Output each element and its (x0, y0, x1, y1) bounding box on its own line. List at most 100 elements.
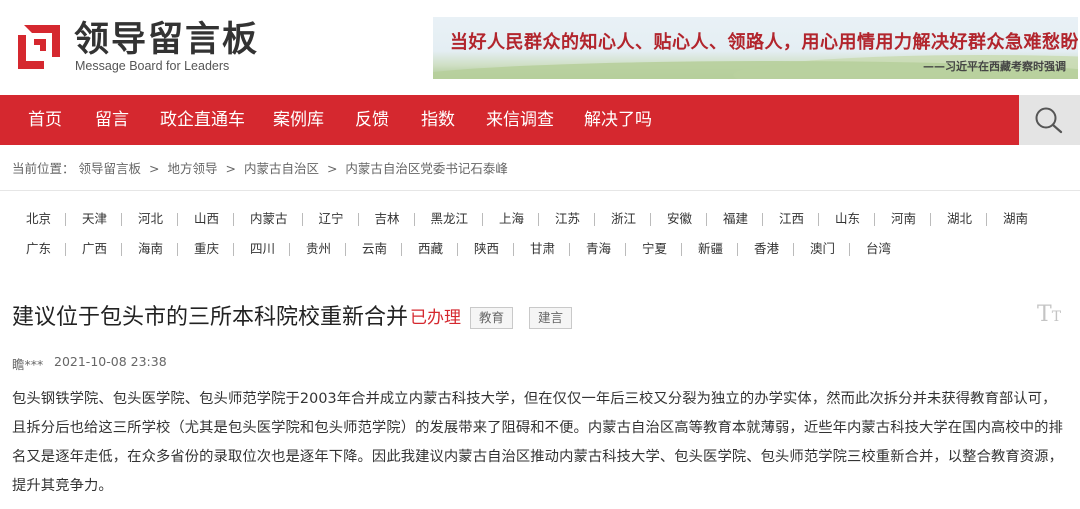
region-separator (177, 213, 178, 226)
tag-education[interactable]: 教育 (470, 307, 514, 329)
region-link[interactable]: 吉林 (375, 208, 400, 230)
breadcrumb-separator: > (225, 161, 236, 176)
site-logo[interactable]: 领导留言板 Message Board for Leaders (14, 20, 257, 76)
region-separator (289, 243, 290, 256)
breadcrumb-separator: > (326, 161, 338, 176)
region-link[interactable]: 河南 (891, 208, 916, 230)
region-link[interactable]: 北京 (26, 208, 51, 230)
region-separator (818, 213, 819, 226)
region-link[interactable]: 香港 (754, 238, 779, 260)
region-separator (793, 243, 794, 256)
nav-item-1[interactable]: 留言 (95, 95, 129, 145)
post-title: 建议位于包头市的三所本科院校重新合并 (12, 305, 409, 330)
region-link[interactable]: 湖北 (947, 208, 972, 230)
region-link[interactable]: 贵州 (306, 238, 331, 260)
region-link[interactable]: 山西 (194, 208, 219, 230)
region-separator (65, 243, 66, 256)
region-separator (233, 213, 234, 226)
status-badge: 已办理 (410, 308, 461, 328)
breadcrumb-link[interactable]: 内蒙古自治区 (244, 161, 319, 176)
region-separator (65, 213, 66, 226)
divider (0, 190, 1080, 191)
region-link[interactable]: 河北 (138, 208, 163, 230)
region-separator (737, 243, 738, 256)
post-body: 包头钢铁学院、包头医学院、包头师范学院于2003年合并成立内蒙古科技大学，但在仅… (12, 391, 1063, 494)
quote-banner: 当好人民群众的知心人、贴心人、领路人，用心用情用力解决好群众急难愁盼问题。 ——… (433, 17, 1078, 79)
logo-subtitle: Message Board for Leaders (75, 59, 230, 73)
header: 领导留言板 Message Board for Leaders 当好人民群众的知… (0, 0, 1080, 95)
region-link[interactable]: 福建 (723, 208, 748, 230)
font-size-icon-glyph: T (1037, 302, 1052, 327)
region-link[interactable]: 西藏 (418, 238, 443, 260)
banner-author: ——习近平在西藏考察时强调 (923, 60, 1066, 73)
post-time: 2021-10-08 23:38 (54, 354, 167, 369)
region-link[interactable]: 天津 (82, 208, 107, 230)
breadcrumb: 当前位置： 领导留言板 > 地方领导 > 内蒙古自治区 > 内蒙古自治区党委书记石… (12, 158, 512, 177)
region-separator (413, 213, 415, 226)
region-separator (457, 243, 458, 256)
region-separator (121, 243, 122, 256)
region-separator (874, 213, 875, 226)
region-separator (986, 213, 987, 226)
region-separator (513, 243, 514, 256)
breadcrumb-link[interactable]: 领导留言板 (79, 161, 142, 176)
region-separator (681, 243, 682, 256)
font-size-icon-small: T (1051, 309, 1062, 325)
nav-item-5[interactable]: 指数 (421, 95, 455, 145)
region-separator (706, 213, 707, 226)
nav-item-7[interactable]: 解决了吗 (584, 95, 652, 145)
search-button[interactable] (1019, 95, 1080, 145)
region-link[interactable]: 重庆 (194, 238, 219, 260)
region-link[interactable]: 山东 (835, 208, 860, 230)
region-link[interactable]: 四川 (250, 238, 275, 260)
region-separator (357, 213, 359, 226)
region-link[interactable]: 内蒙古 (250, 208, 288, 230)
region-link[interactable]: 湖南 (1003, 208, 1028, 230)
region-link[interactable]: 宁夏 (642, 238, 667, 260)
nav-item-3[interactable]: 案例库 (273, 95, 324, 145)
region-link[interactable]: 陕西 (474, 238, 499, 260)
tag-suggestion[interactable]: 建言 (529, 307, 573, 329)
region-link[interactable]: 广西 (82, 238, 107, 260)
region-separator (177, 243, 178, 256)
region-list: 北京 天津 河北 山西 内蒙古 辽宁 吉林 黑龙江 上海 江苏 浙江 安徽 福建 江西 山东 河南 湖北 湖南 (0, 208, 1080, 230)
region-link[interactable]: 江西 (779, 208, 804, 230)
region-separator (482, 213, 483, 226)
region-link[interactable]: 海南 (138, 238, 163, 260)
region-link[interactable]: 浙江 (611, 208, 636, 230)
logo-mark-icon (18, 25, 60, 69)
region-link[interactable]: 黑龙江 (431, 208, 469, 230)
region-link[interactable]: 广东 (26, 238, 51, 260)
region-link[interactable]: 台湾 (866, 238, 891, 260)
breadcrumb-separator: > (149, 161, 160, 176)
nav-item-4[interactable]: 反馈 (355, 95, 389, 145)
region-separator (594, 213, 595, 226)
main-nav: 首页 留言 政企直通车 案例库 反馈 指数 来信调查 解决了吗 (0, 95, 1080, 145)
nav-item-6[interactable]: 来信调查 (486, 95, 554, 145)
region-separator (625, 243, 626, 256)
region-separator (930, 213, 931, 226)
region-link[interactable]: 甘肃 (530, 238, 555, 260)
nav-item-2[interactable]: 政企直通车 (160, 95, 245, 145)
region-link[interactable]: 云南 (362, 238, 387, 260)
region-list: 广东 广西 海南 重庆 四川 贵州 云南 西藏 陕西 甘肃 青海 宁夏 新疆 香港 澳门 台湾 (0, 238, 1080, 260)
breadcrumb-prefix: 当前位置： (12, 161, 75, 176)
region-separator (762, 213, 763, 226)
region-link[interactable]: 辽宁 (319, 208, 344, 230)
search-icon (1035, 107, 1063, 134)
region-separator (301, 213, 303, 226)
region-separator (569, 243, 570, 256)
font-size-icon[interactable]: TT (1037, 301, 1061, 331)
region-link[interactable]: 新疆 (698, 238, 723, 260)
region-link[interactable]: 江苏 (555, 208, 580, 230)
region-link[interactable]: 安徽 (667, 208, 692, 230)
region-separator (345, 243, 346, 256)
region-separator (401, 243, 402, 256)
post-author: 瞻*** (12, 357, 44, 372)
region-link[interactable]: 青海 (586, 238, 611, 260)
nav-item-0[interactable]: 首页 (28, 95, 62, 145)
region-link[interactable]: 上海 (499, 208, 524, 230)
breadcrumb-link[interactable]: 内蒙古自治区党委书记石泰峰 (345, 161, 508, 176)
region-link[interactable]: 澳门 (810, 238, 835, 260)
breadcrumb-link[interactable]: 地方领导 (167, 161, 217, 176)
